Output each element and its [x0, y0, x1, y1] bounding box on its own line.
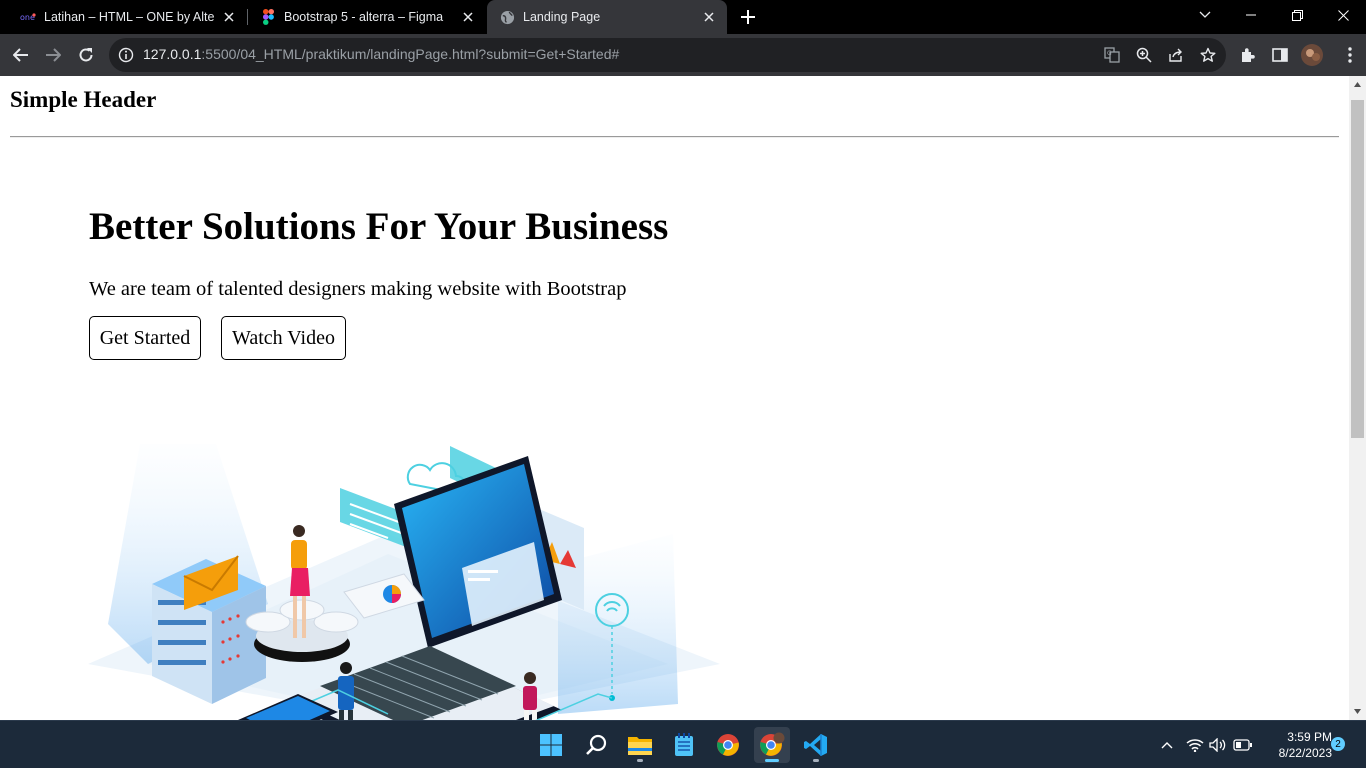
minimize-button[interactable]	[1228, 0, 1274, 30]
isometric-laptop-illustration	[88, 444, 720, 720]
close-icon[interactable]	[220, 8, 238, 26]
restore-button[interactable]	[1274, 0, 1320, 30]
wifi-icon[interactable]	[1185, 735, 1205, 755]
tab-title: Bootstrap 5 - alterra – Figma	[284, 10, 444, 24]
new-tab-button[interactable]	[737, 6, 759, 28]
vscode-icon[interactable]	[798, 727, 834, 763]
header-divider	[10, 136, 1339, 138]
windows-start-icon[interactable]	[533, 727, 569, 763]
extensions-icon[interactable]	[1232, 39, 1264, 71]
get-started-button[interactable]: Get Started	[89, 316, 201, 360]
url-path: :5500/04_HTML/praktikum/landingPage.html…	[201, 46, 620, 62]
notification-badge[interactable]: 2	[1331, 737, 1345, 751]
forward-button[interactable]	[37, 39, 69, 71]
bookmark-star-icon[interactable]	[1197, 44, 1219, 66]
running-indicator	[637, 759, 643, 762]
chrome-icon[interactable]	[710, 727, 746, 763]
figma-icon	[260, 9, 276, 25]
info-icon[interactable]	[117, 46, 135, 64]
address-bar[interactable]: 127.0.0.1:5500/04_HTML/praktikum/landing…	[109, 38, 1226, 72]
search-icon[interactable]	[578, 727, 614, 763]
scrollbar-thumb[interactable]	[1351, 100, 1364, 438]
windows-taskbar: 3:59 PM 8/22/2023 2	[0, 720, 1366, 768]
running-indicator	[813, 759, 819, 762]
alterra-icon: one	[20, 9, 36, 25]
battery-icon[interactable]	[1233, 735, 1253, 755]
share-icon[interactable]	[1165, 44, 1187, 66]
tab-title: Landing Page	[523, 10, 601, 24]
running-indicator	[765, 759, 779, 762]
page-viewport: Simple Header Better Solutions For Your …	[0, 76, 1366, 720]
tab-alterra[interactable]: one Latihan – HTML – ONE by Alterra	[0, 0, 247, 34]
svg-text:G: G	[1107, 50, 1112, 57]
scroll-down-arrow-icon[interactable]	[1349, 703, 1366, 720]
volume-icon[interactable]	[1208, 735, 1228, 755]
chevron-up-icon[interactable]	[1157, 735, 1177, 755]
tab-landing-page[interactable]: Landing Page	[487, 0, 727, 34]
hero-title: Better Solutions For Your Business	[89, 205, 669, 248]
site-header: Simple Header	[10, 87, 157, 112]
system-clock[interactable]: 3:59 PM 8/22/2023	[1262, 729, 1332, 761]
tab-title: Latihan – HTML – ONE by Alterra	[44, 10, 214, 24]
scroll-up-arrow-icon[interactable]	[1349, 76, 1366, 93]
tab-strip: one Latihan – HTML – ONE by Alterra Boot…	[0, 0, 1366, 34]
hero-subtitle: We are team of talented designers making…	[89, 278, 627, 300]
side-panel-icon[interactable]	[1264, 39, 1296, 71]
page-scrollbar[interactable]	[1349, 76, 1366, 720]
profile-avatar[interactable]	[1296, 39, 1328, 71]
back-button[interactable]	[5, 39, 37, 71]
close-window-button[interactable]	[1320, 0, 1366, 30]
translate-icon[interactable]: G	[1101, 44, 1123, 66]
watch-video-button[interactable]: Watch Video	[221, 316, 346, 360]
notepad-icon[interactable]	[666, 727, 702, 763]
clock-time: 3:59 PM	[1287, 730, 1332, 744]
clock-date: 8/22/2023	[1278, 746, 1332, 760]
close-icon[interactable]	[700, 8, 718, 26]
tab-figma[interactable]: Bootstrap 5 - alterra – Figma	[248, 0, 486, 34]
url-text[interactable]: 127.0.0.1:5500/04_HTML/praktikum/landing…	[143, 46, 619, 62]
tab-search-button[interactable]	[1182, 0, 1228, 30]
chrome-profile-icon[interactable]	[754, 727, 790, 763]
url-host: 127.0.0.1	[143, 46, 202, 62]
landing-page: Simple Header Better Solutions For Your …	[0, 76, 1349, 720]
globe-icon	[499, 9, 515, 25]
more-menu-icon[interactable]	[1334, 39, 1366, 71]
close-icon[interactable]	[459, 8, 477, 26]
browser-toolbar: 127.0.0.1:5500/04_HTML/praktikum/landing…	[0, 34, 1366, 76]
file-explorer-icon[interactable]	[622, 727, 658, 763]
reload-button[interactable]	[70, 39, 102, 71]
zoom-icon[interactable]	[1133, 44, 1155, 66]
